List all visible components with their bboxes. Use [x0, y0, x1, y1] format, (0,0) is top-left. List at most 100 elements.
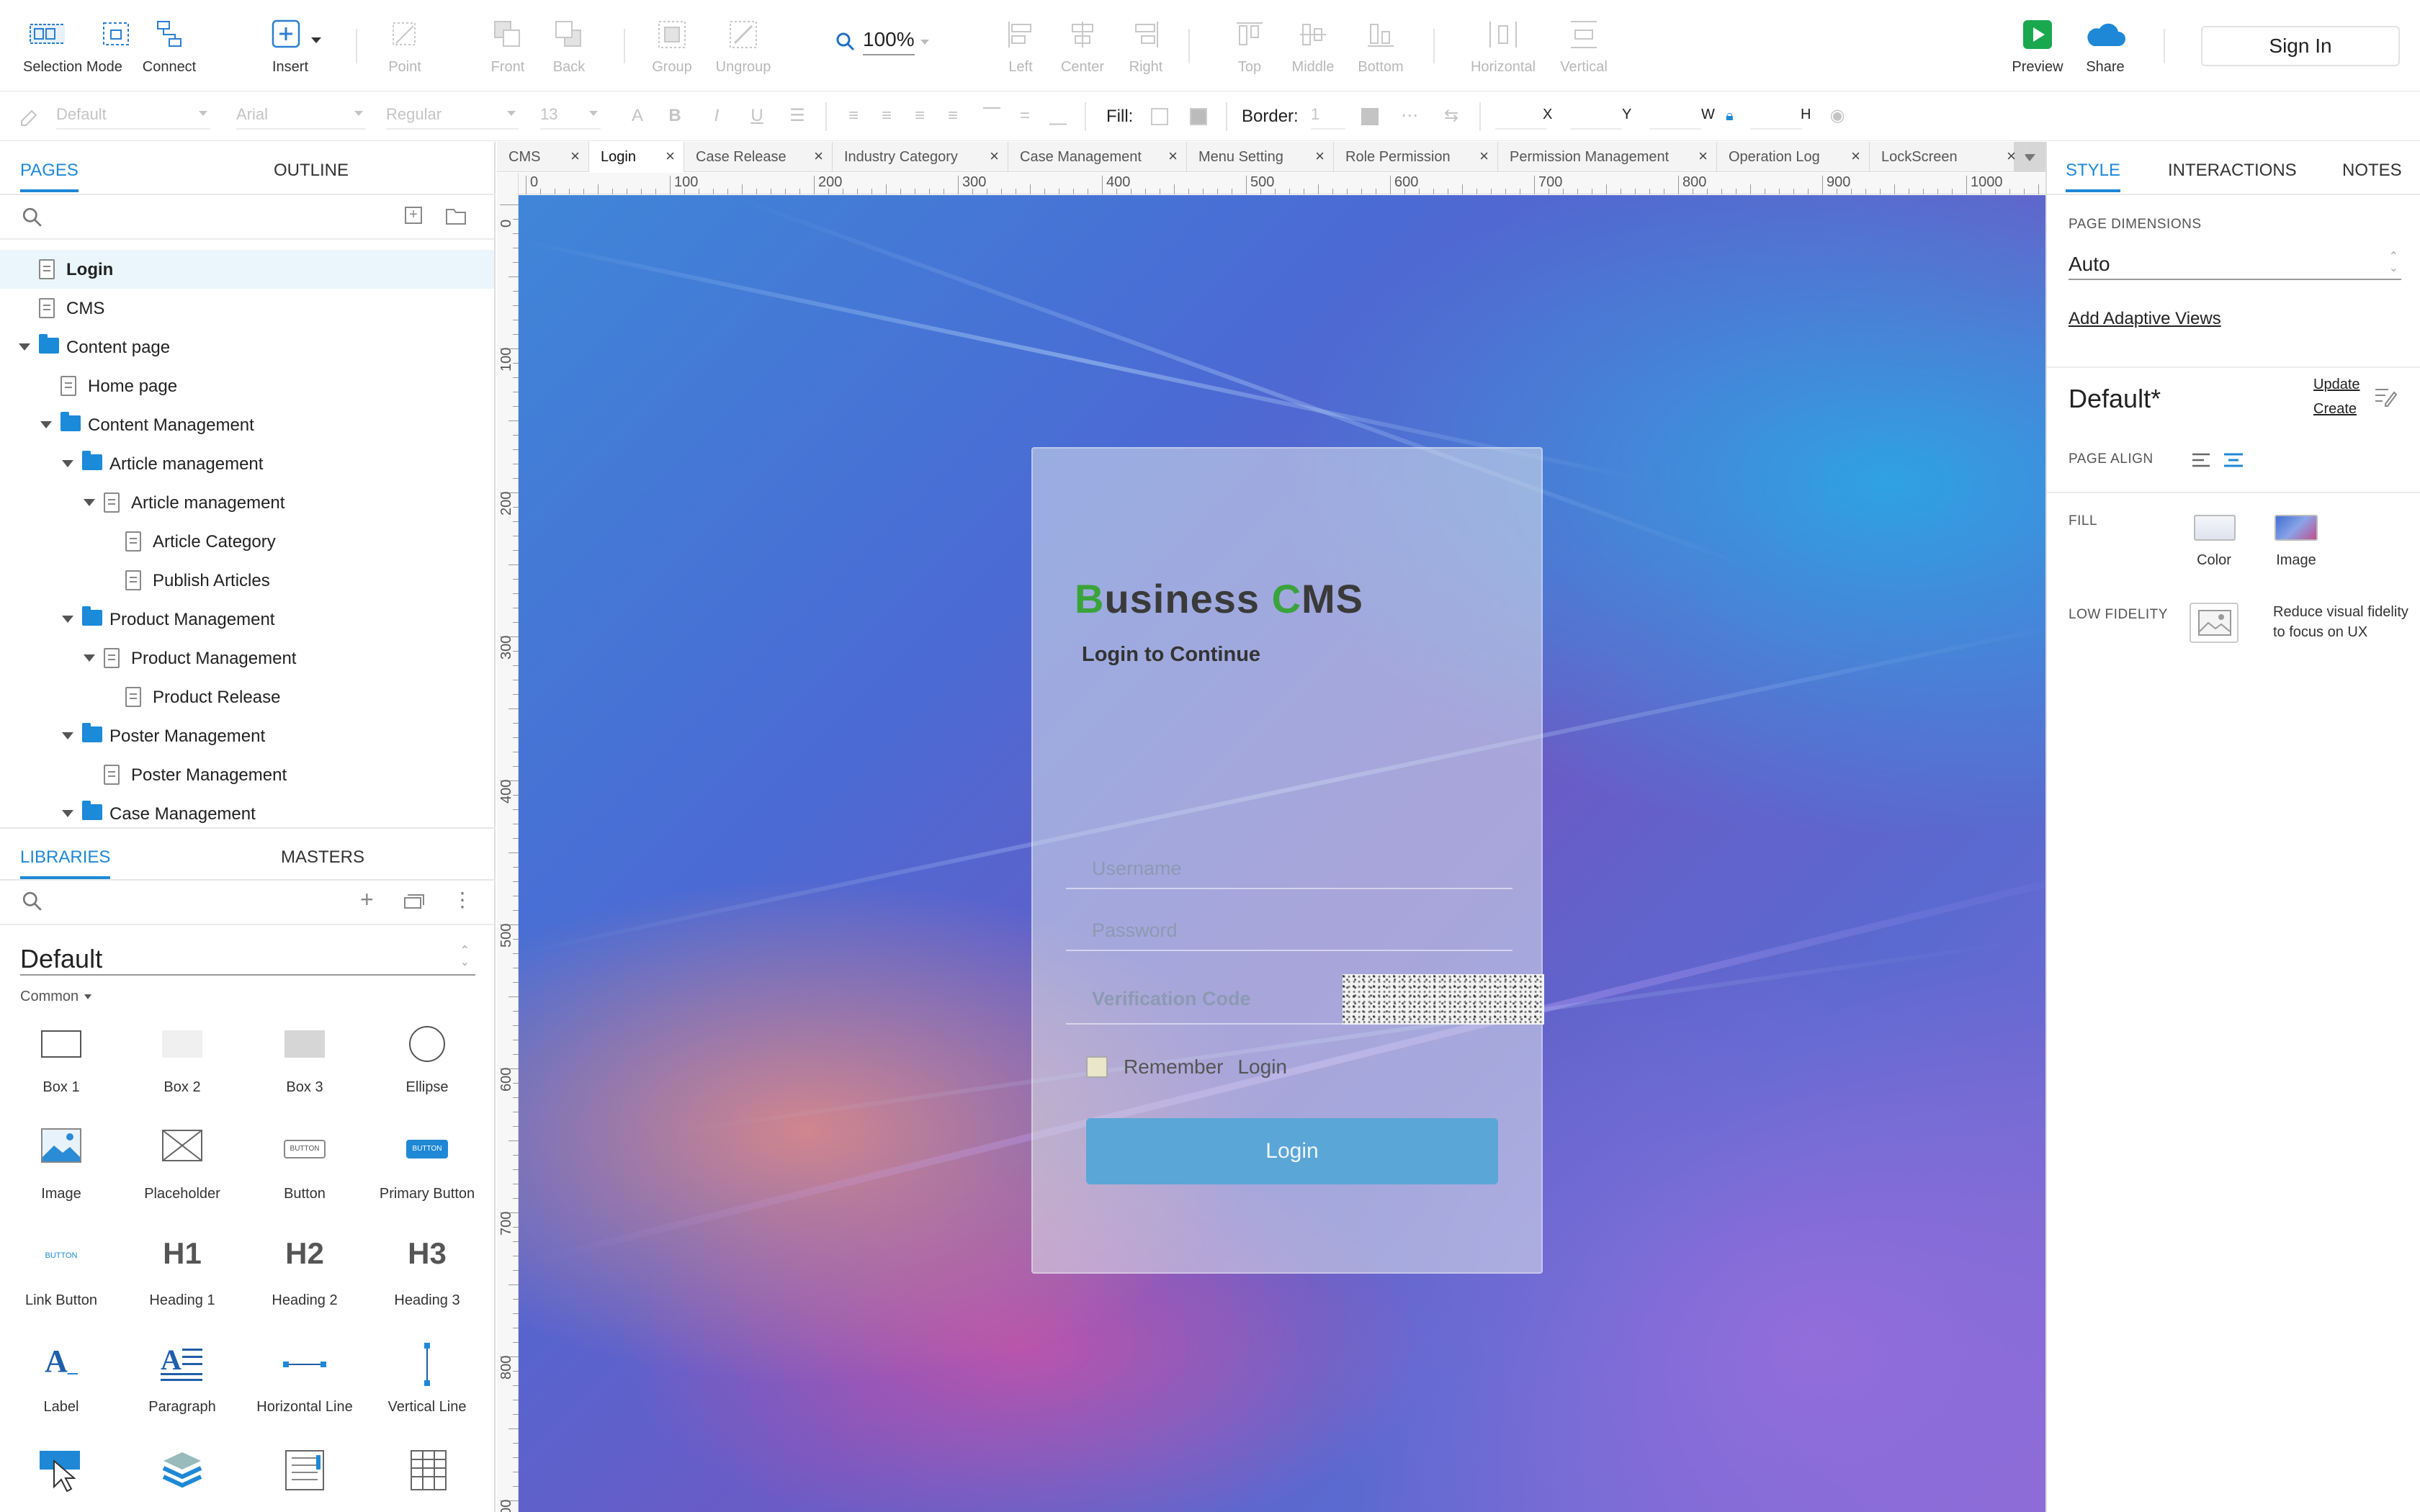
valign-bottom-icon[interactable]: ⎽	[1046, 104, 1070, 128]
tab-style[interactable]: STYLE	[2066, 161, 2121, 192]
visibility-eye-icon[interactable]: ◉	[1825, 104, 1850, 128]
tree-folder[interactable]: Case Management	[0, 794, 494, 826]
border-style-icon[interactable]: ⋯	[1397, 104, 1422, 128]
expand-triangle-icon[interactable]	[40, 421, 52, 428]
widget-vertical-line[interactable]: Vertical Line	[366, 1333, 488, 1426]
widget-table[interactable]	[366, 1439, 488, 1512]
style-editor-icon[interactable]	[2372, 384, 2397, 408]
verification-code-input[interactable]	[1066, 974, 1340, 1023]
tree-page[interactable]: Article management	[0, 483, 494, 522]
align-page-center-icon[interactable]	[2223, 451, 2244, 469]
widget-link-button[interactable]: BUTTON Link Button	[0, 1226, 122, 1320]
close-icon[interactable]: ×	[1168, 147, 1178, 166]
valign-middle-icon[interactable]: =	[1013, 104, 1037, 128]
add-adaptive-views-link[interactable]: Add Adaptive Views	[2069, 309, 2221, 329]
tree-page[interactable]: Product Release	[0, 678, 494, 716]
document-tab[interactable]: Operation Log ×	[1717, 142, 1870, 172]
close-icon[interactable]: ×	[1479, 147, 1489, 166]
library-stack-icon[interactable]	[403, 892, 425, 911]
widget-heading-3[interactable]: H3 Heading 3	[366, 1226, 488, 1320]
widget-box-1[interactable]: Box 1	[0, 1013, 122, 1107]
expand-triangle-icon[interactable]	[84, 654, 95, 662]
distribute-horizontal-button[interactable]: Horizontal	[1456, 14, 1550, 79]
tree-folder[interactable]: Content page	[0, 328, 494, 366]
tree-page[interactable]: Login	[0, 250, 494, 289]
remember-login-checkbox[interactable]: Remember Login	[1086, 1055, 1287, 1079]
italic-icon[interactable]: I	[704, 104, 729, 128]
insert-button[interactable]: Insert	[243, 14, 337, 79]
expand-triangle-icon[interactable]	[62, 810, 73, 817]
tab-outline[interactable]: OUTLINE	[274, 161, 349, 181]
widget-heading-2[interactable]: H2 Heading 2	[243, 1226, 366, 1320]
fill-image-option[interactable]: Image	[2269, 515, 2323, 580]
tree-page[interactable]: Poster Management	[0, 755, 494, 794]
tree-page[interactable]: CMS	[0, 289, 494, 328]
close-icon[interactable]: ×	[814, 147, 823, 166]
y-input[interactable]	[1570, 105, 1622, 130]
expand-triangle-icon[interactable]	[62, 616, 73, 623]
share-button[interactable]: Share	[2058, 14, 2152, 79]
widget-box-3[interactable]: Box 3	[243, 1013, 366, 1107]
tab-libraries[interactable]: LIBRARIES	[20, 847, 111, 879]
valign-top-icon[interactable]: ⎺	[980, 104, 1004, 128]
font-color-icon[interactable]: A	[625, 104, 650, 128]
align-bottom-button[interactable]: Bottom	[1334, 14, 1428, 79]
tree-folder[interactable]: Content Management	[0, 405, 494, 444]
document-tab[interactable]: Menu Setting ×	[1187, 142, 1334, 172]
sign-in-button[interactable]: Sign In	[2201, 26, 2400, 66]
border-width-input[interactable]: 1	[1311, 105, 1345, 130]
close-icon[interactable]: ×	[990, 147, 999, 166]
expand-triangle-icon[interactable]	[62, 732, 73, 739]
document-tab[interactable]: Permission Management ×	[1498, 142, 1717, 172]
document-tab[interactable]: Login ×	[589, 142, 684, 172]
document-tab[interactable]: Case Management ×	[1008, 142, 1187, 172]
username-input[interactable]	[1066, 849, 1512, 888]
search-icon[interactable]	[22, 891, 43, 912]
zoom-control[interactable]: 100%	[835, 27, 929, 56]
ungroup-button[interactable]: Ungroup	[696, 14, 790, 79]
point-button[interactable]: Point	[358, 14, 452, 79]
x-input[interactable]	[1495, 105, 1547, 130]
close-icon[interactable]: ×	[570, 147, 580, 166]
close-icon[interactable]: ×	[1851, 147, 1860, 166]
create-style-link[interactable]: Create	[2313, 401, 2357, 418]
fill-shadow-swatch[interactable]	[1190, 108, 1207, 125]
library-select[interactable]: Default ⌃ ⌄	[20, 940, 475, 976]
align-text-center-icon[interactable]: ≡	[874, 104, 899, 128]
widget-paragraph[interactable]: A Paragraph	[121, 1333, 243, 1426]
low-fidelity-toggle[interactable]	[2190, 603, 2238, 643]
tab-interactions[interactable]: INTERACTIONS	[2168, 161, 2297, 181]
expand-triangle-icon[interactable]	[84, 499, 95, 506]
widget-horizontal-line[interactable]: Horizontal Line	[243, 1333, 366, 1426]
underline-icon[interactable]: U	[745, 104, 769, 128]
widget-placeholder[interactable]: Placeholder	[121, 1120, 243, 1213]
fill-color-option[interactable]: Color	[2188, 515, 2240, 580]
document-tab[interactable]: Role Permission ×	[1334, 142, 1498, 172]
tree-page[interactable]: Product Management	[0, 639, 494, 678]
tree-page[interactable]: Publish Articles	[0, 561, 494, 600]
align-page-left-icon[interactable]	[2191, 451, 2213, 469]
lock-icon[interactable]: 🔒︎	[1726, 108, 1734, 125]
tree-page[interactable]: Home page	[0, 366, 494, 405]
design-canvas[interactable]: Business CMS Login to Continue Remember …	[519, 195, 2045, 1512]
tab-masters[interactable]: MASTERS	[281, 847, 364, 868]
add-folder-icon[interactable]	[445, 207, 467, 225]
login-button[interactable]: Login	[1086, 1118, 1498, 1184]
document-tab[interactable]: CMS ×	[497, 142, 589, 172]
widget-button[interactable]: BUTTON Button	[243, 1120, 366, 1213]
align-text-right-icon[interactable]: ≡	[908, 104, 932, 128]
page-dimensions-select[interactable]: Auto ⌃ ⌄	[2069, 247, 2401, 280]
tab-notes[interactable]: NOTES	[2342, 161, 2402, 181]
add-library-icon[interactable]: +	[360, 886, 374, 913]
more-options-icon[interactable]: ⋮	[452, 888, 472, 912]
widget-primary-button[interactable]: BUTTON Primary Button	[366, 1120, 488, 1213]
close-icon[interactable]: ×	[666, 147, 675, 166]
bullet-list-icon[interactable]: ☰	[785, 104, 810, 128]
widget-label[interactable]: A_ Label	[0, 1333, 122, 1426]
font-family-select[interactable]: Arial	[236, 105, 366, 130]
tab-pages[interactable]: PAGES	[20, 161, 79, 192]
align-text-justify-icon[interactable]: ≡	[941, 104, 965, 128]
tree-page[interactable]: Article Category	[0, 522, 494, 561]
height-input[interactable]	[1750, 105, 1802, 130]
update-style-link[interactable]: Update	[2313, 377, 2360, 393]
